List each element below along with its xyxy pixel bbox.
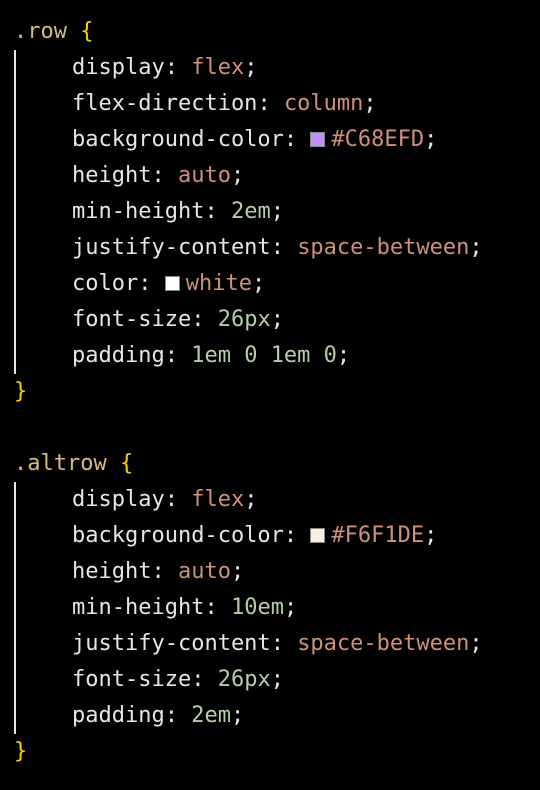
value: 10em — [230, 595, 284, 620]
close-brace: } — [14, 379, 28, 404]
selector: .row — [14, 19, 67, 44]
declaration: font-size: 26px; — [72, 667, 284, 692]
declaration: flex-direction: column; — [72, 91, 377, 116]
property: height — [72, 559, 152, 584]
value: column — [283, 91, 364, 116]
open-brace: { — [119, 451, 134, 476]
property: justify-content — [72, 235, 271, 260]
property: font-size — [72, 307, 192, 332]
declaration: justify-content: space-between; — [72, 235, 483, 260]
declaration: min-height: 2em; — [72, 199, 284, 224]
declaration: font-size: 26px; — [72, 307, 284, 332]
declaration: padding: 2em; — [72, 703, 245, 728]
property: justify-content — [72, 631, 271, 656]
declaration: height: auto; — [72, 163, 245, 188]
value: 2em — [230, 199, 271, 224]
property: flex-direction — [72, 91, 258, 116]
property: display — [72, 55, 165, 80]
declaration: display: flex; — [72, 487, 258, 512]
value: #C68EFD — [331, 127, 425, 152]
close-brace-line: } — [0, 734, 540, 770]
property: display — [72, 487, 165, 512]
selector-line: .altrow { — [0, 446, 540, 482]
value: auto — [177, 559, 231, 584]
value: space-between — [297, 631, 470, 656]
declaration: padding: 1em 0 1em 0; — [72, 343, 351, 368]
css-rule-row: .row { display: flex; flex-direction: co… — [0, 14, 540, 410]
css-rule-altrow: .altrow { display: flex; background-colo… — [0, 446, 540, 770]
property: padding — [72, 703, 165, 728]
declaration: display: flex; — [72, 55, 258, 80]
value: white — [185, 271, 252, 296]
value: auto — [177, 163, 231, 188]
color-swatch[interactable] — [310, 132, 326, 147]
close-brace-line: } — [0, 374, 540, 410]
property: font-size — [72, 667, 192, 692]
property: padding — [72, 343, 165, 368]
property: background-color — [72, 127, 284, 152]
property: background-color — [72, 523, 284, 548]
declaration: background-color: #F6F1DE; — [72, 523, 438, 548]
property: height — [72, 163, 152, 188]
value: 1em 0 1em 0 — [191, 343, 337, 368]
declaration: min-height: 10em; — [72, 595, 298, 620]
value: flex — [191, 487, 245, 512]
declaration: justify-content: space-between; — [72, 631, 483, 656]
declaration: color: white; — [72, 271, 266, 296]
declaration: background-color: #C68EFD; — [72, 127, 438, 152]
property: min-height — [72, 595, 205, 620]
value: #F6F1DE — [331, 523, 425, 548]
value: 26px — [217, 667, 271, 692]
value: flex — [191, 55, 245, 80]
selector-line: .row { — [0, 14, 540, 50]
color-swatch[interactable] — [164, 276, 180, 291]
declaration: height: auto; — [72, 559, 245, 584]
selector: .altrow — [14, 451, 107, 476]
value: space-between — [297, 235, 470, 260]
property: color — [72, 271, 139, 296]
color-swatch[interactable] — [310, 528, 326, 543]
value: 2em — [191, 703, 231, 728]
property: min-height — [72, 199, 205, 224]
open-brace: { — [80, 19, 94, 44]
value: 26px — [217, 307, 271, 332]
code-editor[interactable]: .row { display: flex; flex-direction: co… — [0, 0, 540, 790]
close-brace: } — [14, 739, 28, 764]
